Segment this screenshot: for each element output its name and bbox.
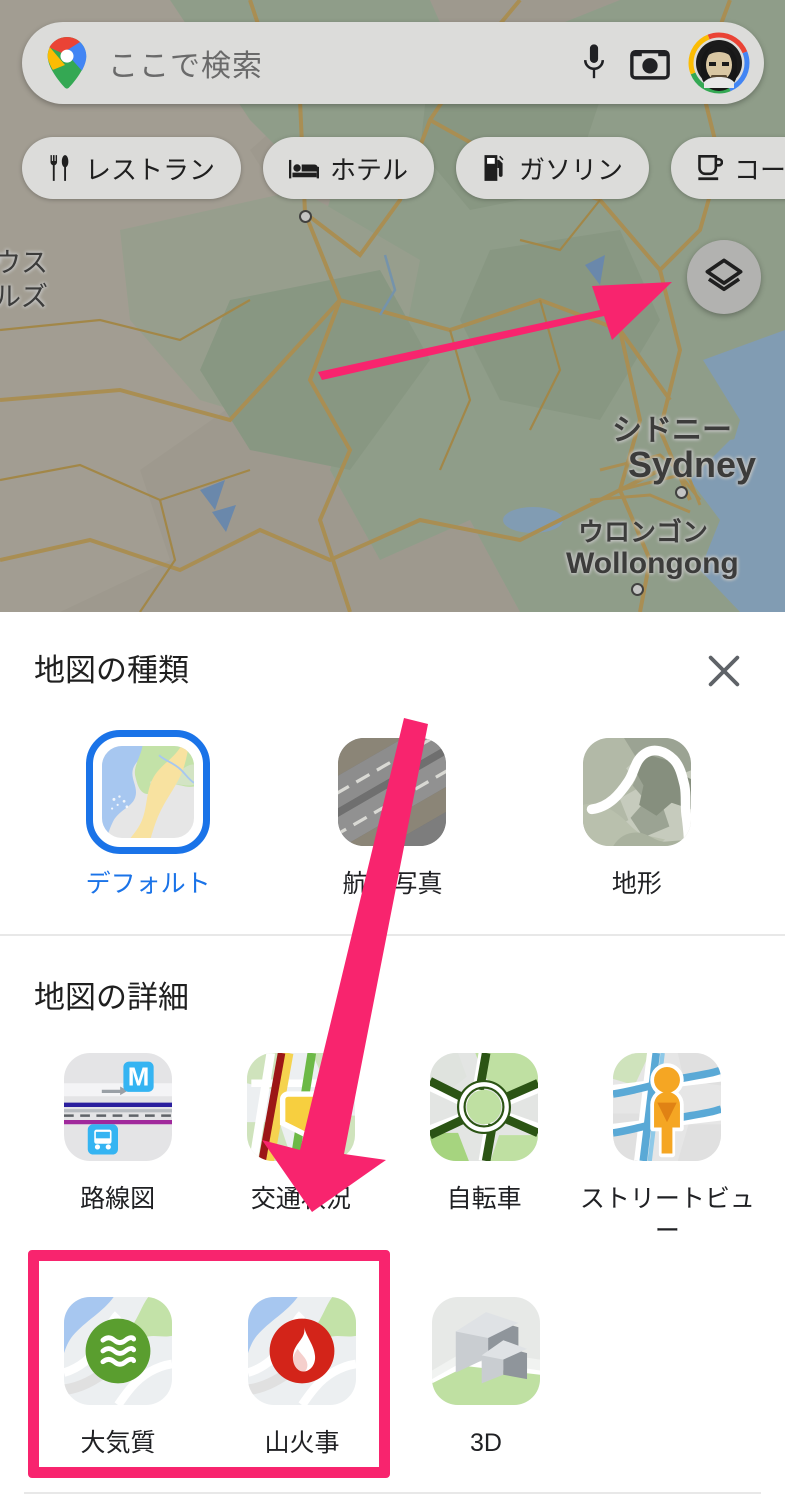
detail-wildfire-icon-wrap	[240, 1289, 364, 1413]
close-icon	[708, 655, 740, 687]
air-quality-icon	[64, 1297, 172, 1405]
detail-air-quality-icon-wrap	[56, 1289, 180, 1413]
screen: ウス ルズ シドニー Sydney ウロンゴン Wollongong ここで検索	[0, 0, 785, 1500]
section-title-details: 地図の詳細	[34, 980, 189, 1015]
chip-coffee[interactable]: コーヒー	[671, 137, 785, 199]
page-title: 地図の種類	[34, 652, 189, 688]
traffic-icon	[246, 1053, 355, 1161]
account-avatar	[688, 32, 750, 94]
gas-station-icon	[484, 155, 504, 181]
detail-street-view-label: ストリートビュー	[579, 1185, 755, 1245]
map-satellite-icon	[338, 738, 447, 846]
layers-button[interactable]	[687, 240, 761, 314]
map-details-row-2: 大気質 山火事 3D	[0, 1289, 785, 1459]
wildfire-icon	[248, 1297, 356, 1405]
detail-street-view-icon-wrap	[605, 1045, 729, 1169]
map-place-dot	[631, 583, 644, 596]
map-type-satellite-icon-wrap	[330, 730, 454, 854]
layers-bottom-sheet: 地図の種類 デフォルト 航空写真 地形 地図の詳細 M 路線図 交通状況 自転車…	[0, 612, 785, 1500]
map-type-default[interactable]: デフォルト	[26, 730, 270, 900]
detail-bicycling-label: 自転車	[446, 1185, 522, 1213]
camera-icon	[630, 49, 670, 80]
map-type-options: デフォルト 航空写真 地形	[0, 730, 785, 900]
layers-icon	[705, 258, 743, 292]
svg-text:M: M	[127, 1063, 149, 1091]
three-d-icon	[432, 1297, 540, 1405]
category-chip-row[interactable]: レストラン ホテル ガソリン コー	[22, 137, 785, 199]
chip-label: ホテル	[330, 154, 409, 185]
map-label-wollongong-ja: ウロンゴン	[578, 517, 709, 547]
coffee-icon	[698, 155, 724, 181]
map-type-default-label: デフォルト	[85, 870, 211, 898]
microphone-icon	[583, 44, 605, 79]
transit-icon: M	[63, 1053, 172, 1161]
detail-3d-label: 3D	[470, 1429, 502, 1457]
map-label-sydney-en: Sydney	[628, 444, 757, 485]
map-place-dot	[675, 486, 688, 499]
detail-3d[interactable]: 3D	[394, 1289, 578, 1459]
map-default-icon	[102, 746, 195, 838]
map-type-terrain-label: 地形	[611, 870, 662, 898]
section-divider	[0, 934, 785, 936]
detail-traffic-icon-wrap	[239, 1045, 363, 1169]
map-place-dot	[299, 210, 312, 223]
map-label-region: ウス ルズ	[0, 248, 48, 312]
detail-air-quality[interactable]: 大気質	[26, 1289, 210, 1459]
map-viewport[interactable]: ウス ルズ シドニー Sydney ウロンゴン Wollongong ここで検索	[0, 0, 785, 612]
bicycling-icon	[430, 1053, 539, 1161]
detail-transit-label: 路線図	[80, 1185, 156, 1213]
map-type-terrain-icon-wrap	[575, 730, 699, 854]
detail-transit-icon-wrap: M	[56, 1045, 180, 1169]
hotel-icon	[289, 159, 320, 179]
map-terrain-icon	[582, 738, 691, 846]
detail-bicycling[interactable]: 自転車	[393, 1045, 576, 1247]
detail-air-quality-label: 大気質	[80, 1429, 156, 1457]
map-label-sydney-ja: シドニー	[612, 414, 732, 447]
chip-hotel[interactable]: ホテル	[263, 137, 435, 199]
chip-label: コーヒー	[734, 154, 785, 185]
detail-bicycling-icon-wrap	[422, 1045, 546, 1169]
detail-wildfire[interactable]: 山火事	[210, 1289, 394, 1459]
chip-restaurant[interactable]: レストラン	[22, 137, 242, 199]
sheet-header: 地図の種類	[0, 612, 785, 722]
search-bar[interactable]: ここで検索	[22, 22, 764, 104]
voice-search-button[interactable]	[566, 43, 622, 83]
map-type-terrain[interactable]: 地形	[515, 730, 759, 900]
detail-transit[interactable]: M 路線図	[26, 1045, 209, 1247]
map-label-wollongong-en: Wollongong	[566, 547, 739, 580]
restaurant-icon	[50, 155, 69, 181]
detail-street-view[interactable]: ストリートビュー	[576, 1045, 759, 1247]
street-view-icon	[613, 1053, 722, 1161]
chip-label: レストラン	[85, 154, 216, 185]
chip-gas[interactable]: ガソリン	[456, 137, 650, 199]
map-type-default-icon-wrap	[86, 730, 211, 854]
detail-3d-icon-wrap	[424, 1289, 548, 1413]
map-type-satellite-label: 航空写真	[342, 870, 443, 898]
close-button[interactable]	[701, 648, 747, 694]
map-details-row-1: M 路線図 交通状況 自転車 ストリートビュー	[0, 1045, 785, 1247]
sheet-bottom-divider	[24, 1492, 761, 1494]
google-maps-pin-icon	[47, 37, 87, 89]
detail-wildfire-label: 山火事	[264, 1429, 340, 1457]
search-input[interactable]: ここで検索	[108, 41, 566, 85]
detail-traffic-label: 交通状況	[250, 1185, 351, 1213]
map-type-satellite[interactable]: 航空写真	[270, 730, 514, 900]
lens-camera-button[interactable]	[622, 46, 678, 80]
detail-traffic[interactable]: 交通状況	[209, 1045, 392, 1247]
chip-label: ガソリン	[519, 154, 624, 185]
avatar[interactable]	[688, 32, 750, 94]
